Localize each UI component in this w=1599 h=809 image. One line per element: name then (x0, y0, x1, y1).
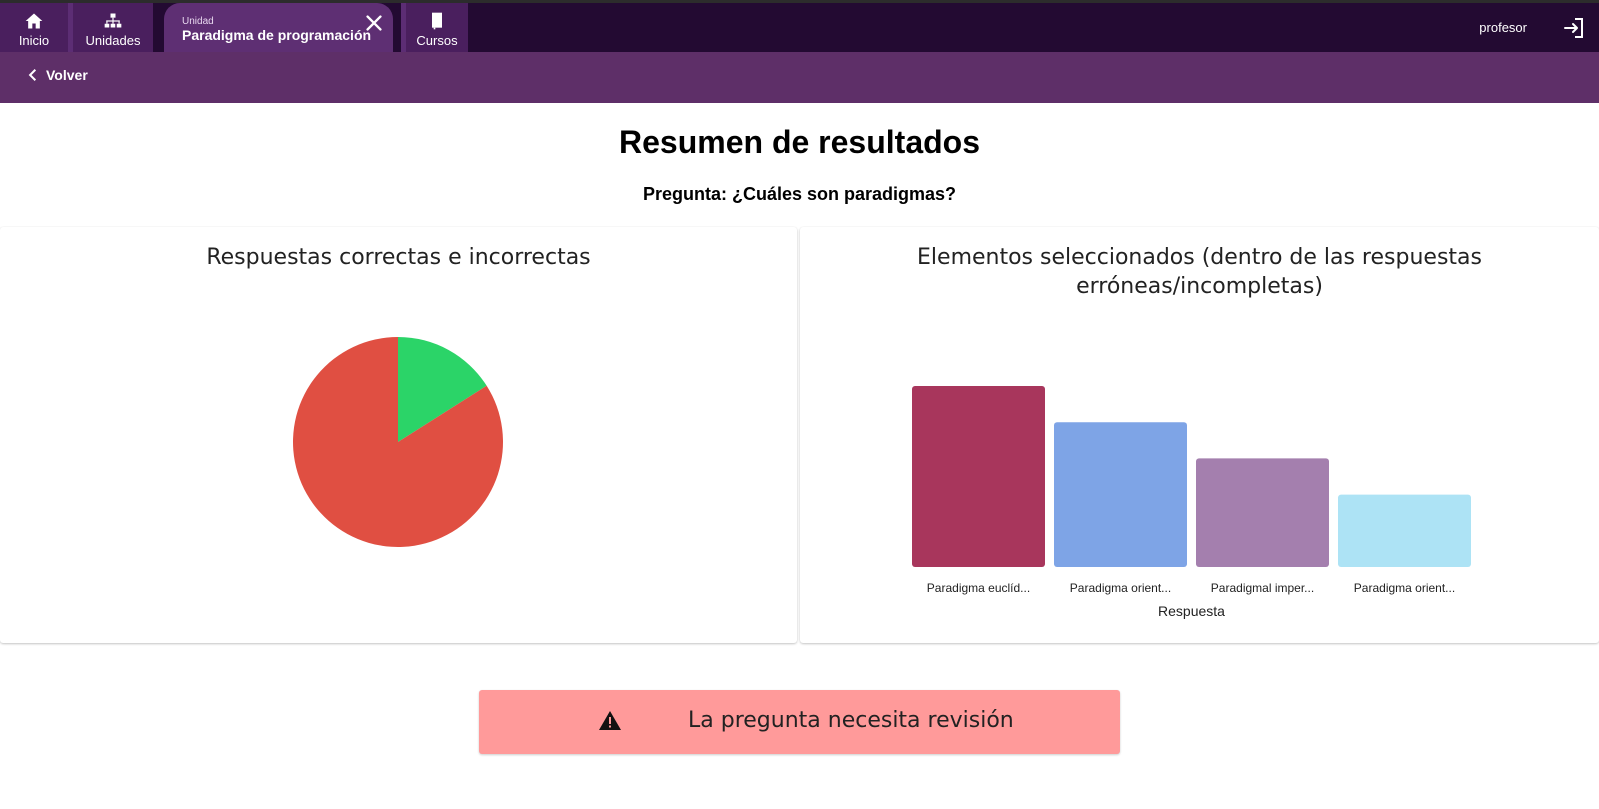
page-title: Resumen de resultados (619, 124, 980, 160)
tab-paradigma-label: Paradigma de programación (182, 27, 372, 43)
bar-1[interactable] (1054, 422, 1187, 567)
bar-3[interactable] (1338, 494, 1471, 567)
bar-category-label: Paradigma euclíd... (927, 581, 1030, 595)
back-button-label: Volver (46, 67, 88, 83)
x-axis-title: Respuesta (1158, 603, 1225, 619)
tab-paradigma[interactable]: Unidad Paradigma de programación (164, 3, 393, 52)
tab-cursos[interactable]: Cursos (406, 3, 468, 52)
alert-text: La pregunta necesita revisión (688, 708, 1014, 733)
user-name: profesor (1479, 20, 1527, 35)
back-button[interactable]: Volver (26, 67, 88, 83)
tab-cursos-label: Cursos (416, 33, 458, 48)
tab-inicio[interactable]: Inicio (0, 3, 68, 52)
logout-icon[interactable] (1562, 16, 1586, 40)
bar-0[interactable] (912, 386, 1045, 567)
top-navigation-bar: Inicio Unidades Unidad Paradigma de prog… (0, 3, 1599, 52)
warning-icon (599, 711, 621, 730)
tab-unidades[interactable]: Unidades (73, 3, 153, 52)
chevron-left-icon (28, 69, 37, 81)
bar-category-label: Paradigma orient... (1070, 581, 1171, 595)
book-icon (432, 12, 442, 30)
bar-chart: Paradigma euclíd... Paradigma orient... Pa… (912, 386, 1471, 619)
bar-category-label: Paradigma orient... (1354, 581, 1455, 595)
sitemap-icon (104, 13, 122, 28)
home-icon (25, 13, 43, 29)
correct-incorrect-card: Respuestas correctas e incorrectas (0, 227, 797, 643)
pie-chart (293, 337, 504, 547)
bar-2[interactable] (1196, 458, 1329, 567)
sub-toolbar: Volver (0, 52, 1599, 103)
review-alert: La pregunta necesita revisión (479, 690, 1120, 754)
selected-elements-card: Elementos seleccionados (dentro de las r… (800, 227, 1599, 643)
tab-unidades-label: Unidades (85, 33, 141, 48)
bar-category-label: Paradigmal imper... (1211, 581, 1314, 595)
question-text: Pregunta: ¿Cuáles son paradigmas? (642, 184, 957, 204)
close-icon[interactable] (363, 12, 385, 34)
tab-inicio-label: Inicio (18, 33, 50, 48)
tab-paradigma-sublabel: Unidad (182, 16, 214, 27)
